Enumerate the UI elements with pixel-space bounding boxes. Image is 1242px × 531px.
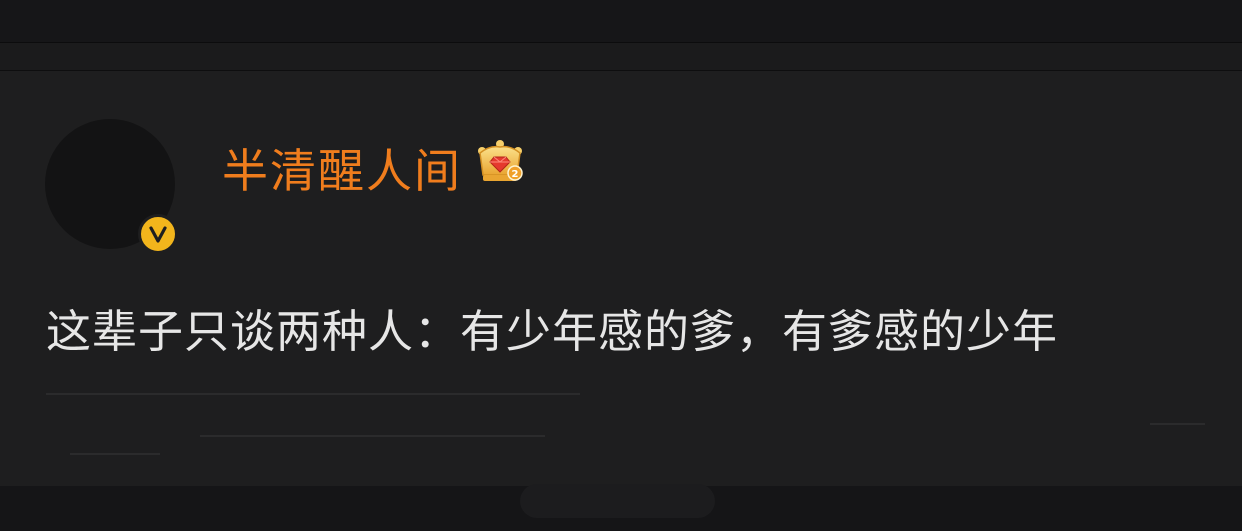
- faint-divider: [70, 453, 160, 455]
- username[interactable]: 半清醒人间: [222, 135, 462, 201]
- faint-divider: [200, 435, 545, 437]
- member-level: 2: [512, 169, 519, 180]
- faint-divider: [1150, 423, 1205, 425]
- faint-divider: [46, 393, 580, 395]
- vip-crown-icon: 2: [478, 140, 523, 181]
- verified-badge-icon: [138, 214, 178, 254]
- verified-v-icon: [149, 226, 167, 243]
- footer-pill: [520, 484, 715, 518]
- post-text: 这辈子只谈两种人：有少年感的爹，有爹感的少年: [46, 305, 1059, 358]
- post-card: 半清醒人间 2 这辈子只谈两种人：有少年感的爹，有爹感的少年: [0, 42, 1242, 487]
- top-bar: [0, 0, 1242, 42]
- card-header-band: [0, 43, 1242, 71]
